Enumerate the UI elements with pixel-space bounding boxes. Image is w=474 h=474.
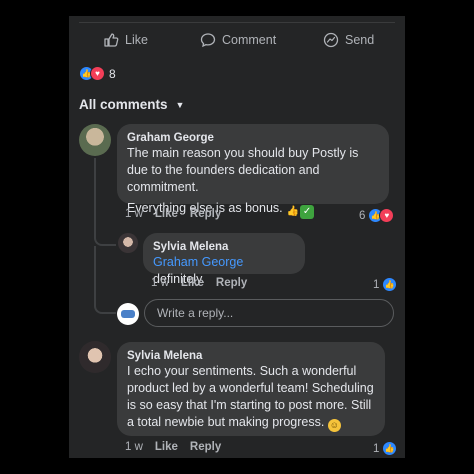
comment-label: Comment — [222, 33, 277, 47]
like-reaction-icon: 👍 — [382, 441, 398, 456]
comment-bubble: Graham George The main reason you should… — [117, 124, 389, 219]
current-user-avatar — [117, 303, 139, 325]
reply-meta: 1 w Like Reply — [151, 277, 247, 289]
comment-meta: 1 w Like Reply — [125, 208, 221, 220]
reply-reaction-count: 1 — [373, 278, 380, 291]
mention-link[interactable]: Graham George — [153, 255, 243, 269]
messenger-icon — [323, 32, 339, 48]
comment-reactions[interactable]: 1 👍 — [373, 441, 398, 456]
like-button[interactable]: Like — [103, 32, 148, 48]
reply-author[interactable]: Sylvia Melena — [153, 240, 295, 254]
post-actions-bar: Like Comment Send — [69, 32, 405, 52]
comment-reactions[interactable]: 6 👍 ♥ — [359, 208, 395, 223]
reaction-summary[interactable]: 👍 ♥ 8 — [79, 66, 116, 81]
comment-like-button[interactable]: Like — [155, 208, 178, 220]
smiley-emoji-icon: ☺ — [327, 419, 341, 432]
divider — [79, 22, 395, 23]
reaction-count: 8 — [109, 66, 116, 81]
reply-reactions[interactable]: 1 👍 — [373, 277, 398, 292]
comment-reaction-count: 6 — [359, 209, 366, 222]
send-button[interactable]: Send — [323, 32, 374, 48]
thread-connector — [94, 236, 116, 246]
heart-reaction-icon: ♥ — [379, 208, 395, 223]
comment-author[interactable]: Sylvia Melena — [127, 349, 375, 363]
reply-input-box[interactable] — [144, 299, 394, 327]
thread-connector — [94, 304, 116, 314]
like-reaction-icon: 👍 — [382, 277, 398, 292]
reply-input[interactable] — [155, 305, 383, 321]
reply-time[interactable]: 1 w — [151, 277, 169, 289]
like-label: Like — [125, 33, 148, 47]
comment-time[interactable]: 1 w — [125, 441, 143, 453]
thumbs-up-icon — [104, 33, 119, 47]
comment-button[interactable]: Comment — [200, 32, 276, 48]
comment-reply-button[interactable]: Reply — [190, 208, 221, 220]
speech-bubble-icon — [200, 33, 216, 48]
avatar[interactable] — [79, 341, 111, 373]
comment-like-button[interactable]: Like — [155, 441, 178, 453]
thread-line — [94, 158, 96, 238]
reply-like-button[interactable]: Like — [181, 277, 204, 289]
comment-author[interactable]: Graham George — [127, 131, 379, 145]
heart-reaction-icon: ♥ — [90, 66, 105, 81]
reply-bubble: Sylvia Melena Graham George definitely. — [143, 233, 305, 286]
reply-reply-button[interactable]: Reply — [216, 277, 247, 289]
thread-line — [94, 246, 96, 306]
check-mark-emoji-icon: ✓ — [300, 205, 315, 219]
avatar[interactable] — [118, 233, 138, 253]
comment-meta: 1 w Like Reply — [125, 441, 221, 453]
comment-reply-button[interactable]: Reply — [190, 441, 221, 453]
comment-time[interactable]: 1 w — [125, 208, 143, 220]
all-comments-filter[interactable]: All comments ▼ — [79, 97, 184, 112]
comment-text: I echo your sentiments. Such a wonderful… — [127, 363, 375, 432]
post-comments-panel: Like Comment Send 👍 ♥ 8 All comments ▼ G… — [69, 16, 405, 458]
comment-reaction-count: 1 — [373, 442, 380, 455]
comment-text: The main reason you should buy Postly is… — [127, 146, 359, 194]
thumbs-up-emoji-icon: 👍 — [286, 206, 300, 217]
avatar[interactable] — [79, 124, 111, 156]
comment-bubble: Sylvia Melena I echo your sentiments. Su… — [117, 342, 385, 436]
send-label: Send — [345, 33, 375, 47]
all-comments-label: All comments — [79, 97, 168, 112]
chevron-down-icon: ▼ — [175, 99, 185, 110]
